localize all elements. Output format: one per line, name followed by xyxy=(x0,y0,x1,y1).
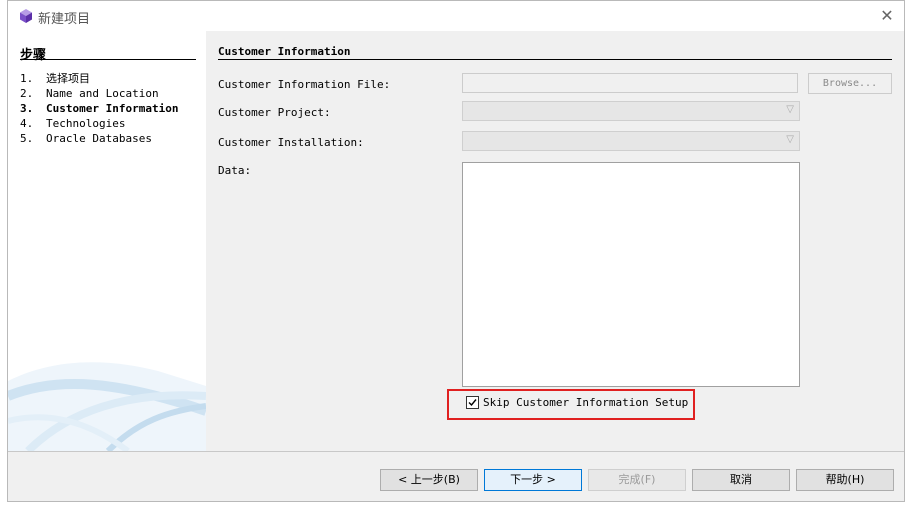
customer-project-select[interactable]: ▽ xyxy=(462,101,800,121)
step-label: 选择项目 xyxy=(46,72,90,85)
section-divider xyxy=(218,59,892,60)
close-button[interactable]: ✕ xyxy=(876,6,898,26)
steps-heading: 步骤 xyxy=(20,48,47,63)
customer-information-file-label: Customer Information File: xyxy=(218,78,391,91)
step-item: 1. 选择项目 xyxy=(20,71,178,86)
new-project-dialog: 新建项目 ✕ 步骤 1. 选择项目 2. Name and Location 3. C… xyxy=(7,0,905,502)
step-item: 4. Technologies xyxy=(20,116,178,131)
chevron-down-icon: ▽ xyxy=(786,134,794,145)
step-number: 1. xyxy=(20,72,34,85)
step-label: Customer Information xyxy=(46,102,179,115)
window-title: 新建项目 xyxy=(38,12,91,27)
step-item-current: 3. Customer Information xyxy=(20,101,178,116)
wizard-decoration-graphic xyxy=(8,362,206,451)
next-button[interactable]: 下一步 > xyxy=(484,469,582,491)
step-number: 3. xyxy=(20,102,34,115)
help-button[interactable]: 帮助(H) xyxy=(796,469,894,491)
checkmark-icon xyxy=(468,399,477,407)
step-number: 2. xyxy=(20,87,34,100)
step-label: Name and Location xyxy=(46,87,159,100)
data-textarea[interactable] xyxy=(462,162,800,387)
finish-button[interactable]: 完成(F) xyxy=(588,469,686,491)
chevron-down-icon: ▽ xyxy=(786,104,794,115)
skip-setup-highlight: Skip Customer Information Setup xyxy=(447,389,695,420)
footer-divider xyxy=(8,451,904,452)
title-bar: 新建项目 ✕ xyxy=(8,1,904,31)
cube-icon xyxy=(18,8,34,24)
cancel-button[interactable]: 取消 xyxy=(692,469,790,491)
step-number: 4. xyxy=(20,117,34,130)
customer-information-panel: Customer Information Customer Informatio… xyxy=(206,31,904,451)
step-item: 2. Name and Location xyxy=(20,86,178,101)
browse-button[interactable]: Browse... xyxy=(808,73,892,94)
customer-project-label: Customer Project: xyxy=(218,106,331,119)
steps-panel: 步骤 1. 选择项目 2. Name and Location 3. Customer… xyxy=(8,31,206,451)
section-title: Customer Information xyxy=(218,45,351,58)
step-item: 5. Oracle Databases xyxy=(20,131,178,146)
skip-setup-checkbox[interactable] xyxy=(466,396,479,409)
data-label: Data: xyxy=(218,164,252,177)
step-list: 1. 选择项目 2. Name and Location 3. Customer In… xyxy=(20,71,178,146)
step-number: 5. xyxy=(20,132,34,145)
step-label: Oracle Databases xyxy=(46,132,152,145)
customer-information-file-input[interactable] xyxy=(462,73,798,93)
steps-divider xyxy=(20,59,196,60)
skip-setup-label[interactable]: Skip Customer Information Setup xyxy=(483,396,688,409)
customer-installation-select[interactable]: ▽ xyxy=(462,131,800,151)
customer-installation-label: Customer Installation: xyxy=(218,136,364,149)
step-label: Technologies xyxy=(46,117,126,130)
back-button[interactable]: < 上一步(B) xyxy=(380,469,478,491)
